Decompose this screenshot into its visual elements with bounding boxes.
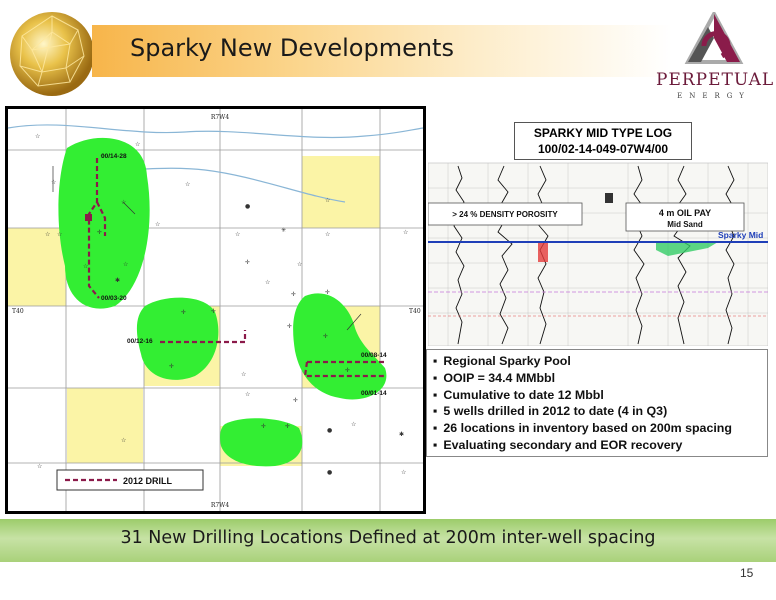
svg-text:●: ● (245, 203, 250, 210)
svg-text:☆: ☆ (265, 279, 270, 286)
svg-text:☆: ☆ (135, 141, 140, 148)
svg-text:☆: ☆ (401, 469, 406, 476)
sparky-mid-marker: Sparky Mid (718, 230, 763, 240)
type-log-title-box: SPARKY MID TYPE LOG 100/02-14-049-07W4/0… (514, 122, 692, 160)
svg-text:✛: ✛ (211, 308, 216, 315)
well-label: 00/14-28 (101, 153, 127, 160)
oil-pay-sublabel: Mid Sand (667, 220, 703, 229)
bullet-item: Cumulative to date 12 Mbbl (433, 387, 761, 404)
slide-title: Sparky New Developments (130, 34, 454, 62)
svg-text:✛: ✛ (323, 333, 328, 340)
svg-text:●: ● (327, 427, 332, 434)
well-label: 00/12-16 (127, 338, 153, 345)
range-label-top: R7W4 (211, 114, 230, 121)
svg-text:✛: ✛ (97, 229, 102, 236)
logo-subtitle: ENERGY (677, 92, 751, 100)
svg-text:✛: ✛ (261, 423, 266, 430)
well-label: 00/08-14 (361, 352, 387, 359)
svg-text:☆: ☆ (37, 463, 42, 470)
range-label-bottom: R7W4 (211, 502, 230, 509)
svg-text:✛: ✛ (345, 367, 350, 374)
type-log-title: SPARKY MID TYPE LOG (533, 126, 673, 140)
logo-name: PERPETUAL (656, 70, 775, 90)
map-legend-label: 2012 DRILL (123, 476, 173, 486)
svg-text:☆: ☆ (121, 437, 126, 444)
svg-text:✛: ✛ (293, 397, 298, 404)
svg-text:☆: ☆ (57, 231, 62, 238)
oil-pay-label: 4 m OIL PAY (659, 208, 711, 218)
svg-text:☆: ☆ (403, 229, 408, 236)
bullet-item: Evaluating secondary and EOR recovery (433, 437, 761, 454)
bullet-item: OOIP = 34.4 MMbbl (433, 370, 761, 387)
svg-text:✛: ✛ (181, 309, 186, 316)
summary-bullets: Regional Sparky Pool OOIP = 34.4 MMbbl C… (426, 349, 768, 457)
porosity-label: > 24 % DENSITY POROSITY (452, 210, 558, 219)
page-number: 15 (740, 566, 754, 580)
svg-text:☆: ☆ (51, 179, 56, 186)
svg-text:✛: ✛ (169, 363, 174, 370)
well-label: 00/03-20 (101, 295, 127, 302)
svg-text:☆: ☆ (123, 261, 128, 268)
svg-text:☆: ☆ (235, 231, 240, 238)
svg-text:✱: ✱ (399, 431, 404, 438)
type-log-panel: > 24 % DENSITY POROSITY 4 m OIL PAY Mid … (428, 118, 768, 346)
footer-headline: 31 New Drilling Locations Defined at 200… (120, 528, 656, 548)
svg-text:☆: ☆ (245, 391, 250, 398)
sparky-pool-map: R7W4 R7W4 T40 T40 ☆ ☆ ☆ ☆ ☆ ☆ ● ☆ ☆ ☆ ☆ ☆ ✳ ☆ ☆ ✛ ☆… (5, 106, 426, 514)
township-label-right: T40 (409, 308, 421, 315)
well-label: 00/01-14 (361, 390, 387, 397)
svg-text:☆: ☆ (185, 181, 190, 188)
svg-text:☆: ☆ (351, 421, 356, 428)
svg-text:✛: ✛ (325, 289, 330, 296)
svg-text:✛: ✛ (245, 259, 250, 266)
svg-text:☆: ☆ (45, 231, 50, 238)
globe-graphic (10, 12, 94, 96)
svg-text:✱: ✱ (115, 277, 120, 284)
svg-text:☆: ☆ (297, 261, 302, 268)
svg-text:●: ● (327, 469, 332, 476)
logo-mark-icon (684, 12, 744, 64)
svg-text:✛: ✛ (285, 423, 290, 430)
svg-text:✛: ✛ (287, 323, 292, 330)
bullet-item: 26 locations in inventory based on 200m … (433, 420, 761, 437)
company-logo: PERPETUAL ENERGY (656, 12, 775, 102)
township-label-left: T40 (12, 308, 24, 315)
svg-text:☆: ☆ (35, 133, 40, 140)
svg-text:✳: ✳ (281, 227, 286, 234)
bullet-item: Regional Sparky Pool (433, 353, 761, 370)
svg-text:✛: ✛ (291, 291, 296, 298)
svg-text:☆: ☆ (83, 263, 88, 270)
type-log-well-id: 100/02-14-049-07W4/00 (537, 142, 669, 156)
bullet-item: 5 wells drilled in 2012 to date (4 in Q3… (433, 403, 761, 420)
svg-text:☆: ☆ (325, 231, 330, 238)
svg-text:☆: ☆ (241, 371, 246, 378)
svg-text:☆: ☆ (325, 197, 330, 204)
svg-text:☆: ☆ (155, 221, 160, 228)
